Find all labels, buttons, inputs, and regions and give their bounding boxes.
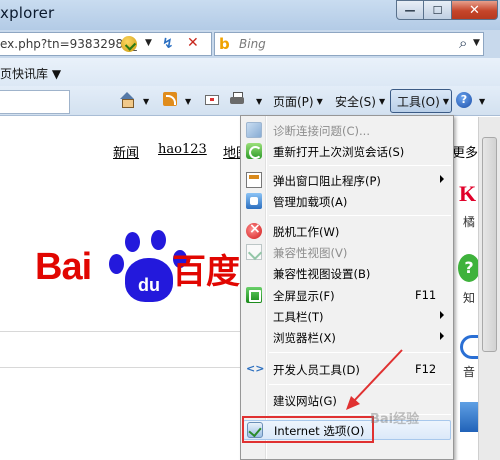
nav-link-news[interactable]: 新闻: [113, 142, 139, 161]
favorites-bar: 页快讯库 ▼: [0, 58, 500, 86]
menu-item-manage-addons[interactable]: 管理加载项(A): [241, 191, 453, 211]
nav-link-more[interactable]: 更多: [452, 142, 478, 161]
compatibility-view-icon[interactable]: [121, 36, 137, 52]
command-bar: ▼ ▼ ▼ 页面(P) ▼ 安全(S) ▼ 工具(O) ▼ ? ▼: [0, 86, 500, 116]
minimize-button[interactable]: —: [396, 0, 424, 20]
menu-item-suggested-sites[interactable]: 建议网站(G): [241, 390, 453, 410]
home-dropdown-icon[interactable]: ▼: [140, 91, 149, 111]
maximize-button[interactable]: ☐: [424, 0, 452, 20]
read-mail-icon[interactable]: [205, 95, 219, 105]
compat-view-icon: [246, 244, 262, 260]
edge-app-icon-blue-2[interactable]: [460, 402, 478, 432]
manage-addons-icon: [246, 193, 262, 209]
refresh-icon[interactable]: ↯: [162, 36, 174, 52]
close-button[interactable]: ✕: [452, 0, 498, 20]
edge-label-1: 橘: [463, 215, 476, 229]
vertical-scrollbar[interactable]: [478, 117, 500, 460]
diagnose-icon: [246, 122, 262, 138]
menu-item-toolbars[interactable]: 工具栏(T): [241, 306, 453, 326]
edge-label-2: 知: [463, 291, 476, 305]
address-bar[interactable]: ex.php?tn=93832980_ ▼ ↯ ✕: [0, 32, 212, 56]
fullscreen-icon: [246, 287, 262, 303]
submenu-arrow-icon: [440, 311, 444, 319]
home-icon[interactable]: [120, 92, 134, 108]
menu-item-compat-view[interactable]: 兼容性视图(V): [241, 242, 453, 262]
menu-item-fullscreen[interactable]: 全屏显示(F) F11: [241, 285, 453, 305]
submenu-arrow-icon: [440, 175, 444, 183]
developer-tools-shortcut: F12: [415, 362, 437, 376]
tools-menu-label: 工具(O): [397, 94, 440, 109]
menu-item-popup-blocker[interactable]: 弹出窗口阻止程序(P): [241, 170, 453, 190]
fullscreen-shortcut: F11: [415, 288, 437, 302]
search-dropdown-icon[interactable]: ▼: [473, 38, 480, 48]
address-dropdown-icon[interactable]: ▼: [145, 38, 152, 48]
menu-separator: [269, 384, 451, 385]
window-title-bar[interactable]: xplorer — ☐ ✕: [0, 0, 500, 30]
logo-text-baidu-cn: 百度: [172, 252, 240, 292]
menu-separator: [269, 352, 451, 353]
rss-dropdown-icon[interactable]: ▼: [182, 91, 191, 111]
reopen-session-icon: [246, 143, 262, 159]
window-controls: — ☐ ✕: [396, 0, 498, 22]
menu-separator: [269, 165, 451, 166]
stop-icon[interactable]: ✕: [187, 35, 199, 51]
tools-dropdown-menu: 诊断连接问题(C)... 重新打开上次浏览会话(S) 弹出窗口阻止程序(P) 管…: [240, 115, 454, 460]
edge-app-icon-green[interactable]: ?: [458, 254, 480, 282]
page-menu-button[interactable]: 页面(P) ▼: [273, 91, 323, 111]
edge-app-icon-blue[interactable]: [460, 335, 478, 359]
help-dropdown-icon[interactable]: ▼: [476, 91, 485, 111]
annotation-highlight-box: [242, 416, 374, 443]
print-icon[interactable]: [230, 92, 244, 106]
developer-tools-icon: <>: [246, 362, 265, 375]
logo-text-du: du: [138, 275, 160, 295]
edge-app-icon-red[interactable]: K: [459, 181, 476, 207]
divider: [0, 367, 240, 368]
menu-separator: [269, 414, 451, 415]
safety-menu-label: 安全(S): [335, 94, 376, 109]
search-box[interactable]: b Bing ⌕ ▼: [214, 32, 484, 56]
work-offline-icon: [246, 221, 262, 239]
tools-menu-label-wrap[interactable]: 工具(O) ▼: [397, 91, 449, 111]
menu-item-developer-tools[interactable]: <> 开发人员工具(D) F12: [241, 359, 453, 379]
search-field-outline[interactable]: [0, 331, 240, 332]
rss-feed-icon[interactable]: [163, 92, 177, 106]
menu-item-explorer-bars[interactable]: 浏览器栏(X): [241, 327, 453, 347]
baidu-logo: Bai du 百度: [35, 228, 245, 314]
menu-separator: [269, 215, 451, 216]
web-slice-gallery-link[interactable]: 页快讯库 ▼: [0, 65, 61, 82]
search-placeholder[interactable]: Bing: [239, 37, 266, 51]
browser-tab[interactable]: [0, 90, 70, 114]
menu-item-work-offline[interactable]: 脱机工作(W): [241, 221, 453, 241]
search-icon[interactable]: ⌕: [459, 34, 467, 52]
window-title: xplorer: [0, 4, 55, 22]
address-bar-row: ex.php?tn=93832980_ ▼ ↯ ✕ b Bing ⌕ ▼: [0, 30, 500, 58]
menu-item-compat-view-settings[interactable]: 兼容性视图设置(B): [241, 263, 453, 283]
menu-item-diagnose[interactable]: 诊断连接问题(C)...: [241, 120, 453, 140]
help-icon[interactable]: ?: [456, 92, 472, 108]
page-menu-label: 页面(P): [273, 94, 314, 109]
logo-text-bai: Bai: [35, 246, 92, 288]
safety-menu-button[interactable]: 安全(S) ▼: [335, 91, 385, 111]
address-url[interactable]: ex.php?tn=93832980_: [0, 37, 137, 51]
menu-item-reopen-session[interactable]: 重新打开上次浏览会话(S): [241, 141, 453, 161]
scrollbar-thumb[interactable]: [482, 137, 497, 352]
submenu-arrow-icon: [440, 332, 444, 340]
edge-label-3: 音: [463, 365, 476, 379]
watermark: Bai经验: [370, 412, 420, 427]
print-dropdown-icon[interactable]: ▼: [253, 91, 262, 111]
nav-link-hao123[interactable]: hao123: [158, 142, 207, 157]
bing-icon: b: [219, 35, 230, 53]
popup-blocker-icon: [246, 172, 262, 188]
